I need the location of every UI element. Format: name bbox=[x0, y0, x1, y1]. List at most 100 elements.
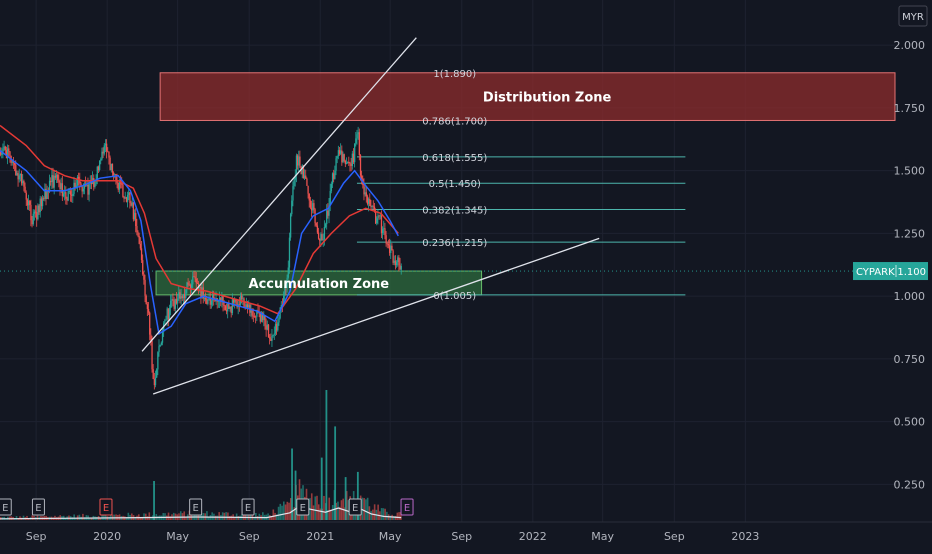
volume-bar bbox=[22, 515, 25, 520]
candle-body bbox=[326, 210, 328, 225]
candle-body bbox=[180, 296, 182, 299]
candle-body bbox=[199, 287, 201, 289]
candle-body bbox=[9, 151, 11, 156]
candle-body bbox=[5, 150, 8, 159]
candle-body bbox=[185, 289, 187, 299]
candle-body bbox=[384, 228, 386, 236]
candle-body bbox=[94, 183, 96, 187]
candle-body bbox=[266, 324, 268, 330]
candle-body bbox=[17, 173, 19, 180]
candle-body bbox=[121, 183, 123, 185]
volume-bar bbox=[127, 512, 130, 520]
candle-body bbox=[343, 154, 345, 162]
volume-bar bbox=[282, 501, 285, 520]
volume-bar bbox=[211, 512, 213, 520]
volume-bar bbox=[218, 512, 220, 520]
price-tick-label: 1.250 bbox=[894, 227, 926, 240]
volume-spike bbox=[294, 470, 297, 520]
fib-level-label: 0.382(1.345) bbox=[422, 206, 487, 217]
candle-body bbox=[182, 294, 185, 299]
candle-body bbox=[196, 283, 199, 284]
candle-body bbox=[117, 182, 119, 190]
candle-body bbox=[295, 155, 298, 176]
candle-body bbox=[104, 143, 107, 146]
price-chart[interactable]: 1(1.890) 0.786(1.700) 0.618(1.555) 0.5(1.45… bbox=[0, 0, 932, 550]
volume-spike bbox=[325, 390, 328, 520]
candle-body bbox=[270, 338, 272, 341]
candle-body bbox=[296, 155, 299, 166]
volume-bar bbox=[382, 508, 385, 520]
candle-body bbox=[321, 234, 323, 240]
candle-body bbox=[171, 299, 173, 301]
candle-body bbox=[210, 300, 213, 305]
candle-body bbox=[272, 334, 274, 336]
candle-body bbox=[184, 294, 186, 299]
candle-body bbox=[392, 250, 394, 263]
candle-body bbox=[248, 304, 250, 308]
last-price-label: 1.100 bbox=[897, 267, 926, 278]
candle-body bbox=[276, 324, 278, 331]
candle-body bbox=[299, 156, 301, 167]
candle-body bbox=[143, 274, 145, 280]
volume-bar bbox=[312, 505, 315, 520]
candle-body bbox=[149, 312, 151, 335]
time-tick-label: Sep bbox=[451, 530, 472, 543]
candle-body bbox=[138, 236, 140, 244]
volume-bar bbox=[384, 508, 386, 520]
candle-body bbox=[96, 166, 98, 181]
time-tick-label: 2023 bbox=[731, 530, 759, 543]
accumulation-zone-label: Accumulation Zone bbox=[249, 277, 390, 292]
candle-body bbox=[34, 211, 37, 213]
candle-body bbox=[231, 298, 234, 314]
candle-body bbox=[46, 191, 48, 199]
volume-bar bbox=[328, 497, 331, 520]
time-tick-label: 2022 bbox=[519, 530, 547, 543]
candle-body bbox=[252, 315, 255, 317]
candle-body bbox=[395, 262, 398, 265]
candle-body bbox=[125, 197, 128, 202]
volume-bar bbox=[331, 505, 334, 520]
candle-body bbox=[20, 173, 23, 184]
candle-body bbox=[241, 295, 243, 300]
volume-bar bbox=[78, 514, 81, 520]
volume-bar bbox=[214, 515, 217, 520]
candle-body bbox=[229, 306, 231, 309]
candle-body bbox=[59, 182, 61, 190]
candle-body bbox=[131, 202, 133, 206]
symbol-label: CYPARK bbox=[856, 267, 895, 278]
volume-bar bbox=[365, 499, 367, 520]
candle-body bbox=[307, 185, 309, 194]
candle-body bbox=[140, 248, 143, 261]
candle-body bbox=[142, 260, 144, 275]
fib-level-label: 0.5(1.450) bbox=[429, 179, 481, 190]
candle-body bbox=[335, 158, 337, 171]
candle-body bbox=[227, 303, 229, 312]
candle-body bbox=[355, 138, 357, 144]
candle-body bbox=[187, 282, 189, 285]
candle-body bbox=[66, 198, 68, 201]
candle-body bbox=[293, 179, 295, 187]
candle-body bbox=[331, 173, 334, 184]
candle-body bbox=[160, 342, 163, 345]
candle-body bbox=[316, 225, 319, 233]
distribution-zone-label: Distribution Zone bbox=[483, 91, 612, 106]
candle-body bbox=[203, 298, 206, 299]
price-tick-label: 2.000 bbox=[894, 39, 926, 52]
volume-bar bbox=[148, 512, 151, 520]
candle-body bbox=[251, 310, 253, 316]
candle-body bbox=[54, 175, 57, 178]
volume-bar bbox=[164, 513, 166, 520]
candle-body bbox=[62, 193, 65, 197]
volume-bar bbox=[183, 511, 186, 520]
price-tick-label: 0.250 bbox=[894, 478, 926, 491]
candle-body bbox=[298, 156, 300, 166]
candle-body bbox=[345, 162, 348, 164]
candle-body bbox=[178, 292, 180, 299]
volume-bar bbox=[255, 512, 257, 520]
candle-body bbox=[224, 305, 227, 310]
volume-spike bbox=[291, 448, 293, 520]
candle-body bbox=[123, 196, 125, 199]
candle-body bbox=[168, 307, 171, 320]
candle-body bbox=[373, 206, 376, 211]
candle-body bbox=[204, 298, 207, 300]
